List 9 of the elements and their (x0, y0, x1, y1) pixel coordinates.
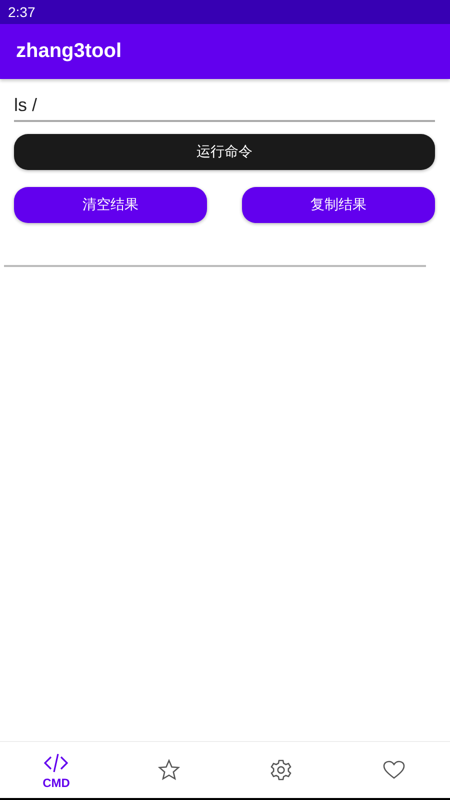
action-button[interactable]: 复制结果 (242, 187, 435, 223)
settings-icon (269, 758, 294, 782)
run-button[interactable]: 运行命令 (14, 134, 435, 170)
app-title: zhang3tool (16, 40, 122, 63)
star-icon (156, 758, 181, 782)
command-field[interactable]: ls / (14, 89, 435, 122)
nav-tab[interactable]: CMD (0, 742, 112, 798)
action-button[interactable]: 清空结果 (14, 187, 207, 223)
status-time: 2:37 (8, 4, 36, 20)
